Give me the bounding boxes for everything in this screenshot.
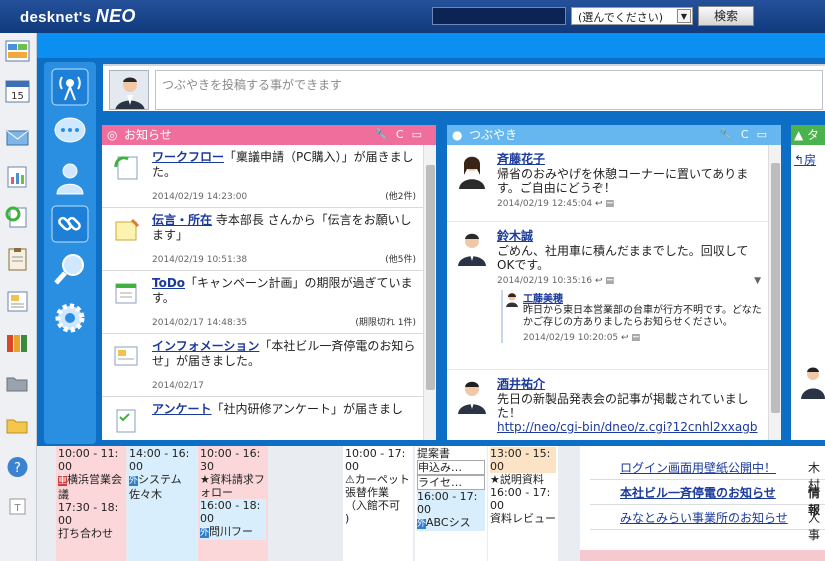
information-icon	[114, 346, 138, 366]
user-icon: ▲	[794, 128, 804, 142]
search-button[interactable]: 検索	[698, 6, 754, 26]
avatar	[801, 367, 825, 399]
survey-icon	[116, 409, 136, 433]
svg-text:?: ?	[14, 461, 21, 476]
svg-text:15: 15	[11, 91, 24, 102]
search-scope-select[interactable]: (選んでください) ▼	[571, 7, 693, 25]
print-icon[interactable]: ▤	[605, 199, 614, 209]
reply-icon: ↰	[794, 153, 805, 167]
memo-icon	[115, 218, 140, 241]
post-input[interactable]: つぶやきを投稿する事ができます	[155, 70, 823, 110]
todo-icon	[115, 283, 137, 304]
app-sidebar: 15 ? T	[0, 33, 37, 561]
list-item[interactable]: ToDo「キャンペーン計画」の期限が過ぎています。 2014/02/17 14:…	[102, 271, 436, 334]
calendar-cell[interactable]: 10:00 - 11: 00 重横浜営業会議 17:30 - 18: 00 打ち合わせ	[56, 446, 126, 561]
reply-icon[interactable]: ↩	[621, 333, 629, 343]
avatar	[459, 156, 485, 189]
list-item[interactable]: インフォメーション「本社ビル一斉停電のお知らせ」が届きました。 2014/02/…	[102, 334, 436, 397]
reply-icon[interactable]: ↩	[595, 199, 603, 209]
notice-link[interactable]: 伝言・所在	[152, 213, 212, 227]
notice-link[interactable]: アンケート	[152, 402, 212, 416]
news-item[interactable]: みなとみらい事業所のお知らせ 人事	[590, 506, 825, 542]
reply-icon[interactable]: ↩	[595, 276, 603, 286]
notice-link[interactable]: インフォメーション	[152, 339, 259, 353]
calendar-cell[interactable]: 13:00 - 15: 00 ★説明資料 16:00 - 17: 00 資料レビュー	[488, 446, 558, 561]
notice-link[interactable]: ワークフロー	[152, 150, 224, 164]
broadcast-icon[interactable]	[50, 67, 90, 107]
help-icon[interactable]: ?	[5, 455, 30, 479]
search-icon[interactable]	[50, 250, 90, 290]
list-item[interactable]: アンケート「社内研修アンケート」が届きまし	[102, 397, 436, 437]
tweet-header: ● つぶやき 🔧C▭	[447, 125, 781, 145]
top-bar: desknet's NEO (選んでください) ▼ 検索	[0, 0, 825, 33]
binder-icon[interactable]	[5, 331, 30, 355]
broadcast-icon: ◎	[107, 128, 118, 142]
list-item[interactable]: ワークフロー「稟議申請（PC購入）」が届きました。 2014/02/19 14:…	[102, 145, 436, 208]
print-icon[interactable]: ▤	[605, 276, 614, 286]
workflow-icon[interactable]	[5, 205, 30, 229]
search-input[interactable]	[432, 7, 566, 25]
maximize-icon[interactable]: ▭	[412, 128, 430, 141]
news-item[interactable]: ログイン画面用壁紙公開中！ 木村	[590, 456, 825, 492]
portal-icon[interactable]	[5, 39, 30, 63]
print-icon[interactable]: ▤	[631, 333, 640, 343]
text-size-icon[interactable]: T	[5, 495, 30, 519]
link-icon[interactable]	[50, 204, 90, 244]
report-icon[interactable]	[5, 165, 30, 189]
reply-item[interactable]: 工藤美穂 昨日から東日本営業部の台車が行方不明です。どなたかご存じの方ありました…	[501, 290, 765, 343]
mail-icon[interactable]	[5, 125, 30, 149]
folder-gray-icon[interactable]	[5, 371, 30, 395]
third-header: ▲ タ	[791, 125, 825, 145]
list-item[interactable]: 伝言・所在 寺本部長 さんから「伝言をお願いします」 2014/02/19 10…	[102, 208, 436, 271]
refresh-icon[interactable]: C	[741, 128, 757, 141]
tweet-link[interactable]: http://neo/cgi-bin/dneo/z.cgi?12cnhl2xxa…	[497, 420, 765, 434]
tweet-item[interactable]: 鈴木誠 ごめん、社用車に積んだままでした。回収してOKです。 2014/02/1…	[447, 221, 781, 369]
tweet-item[interactable]: 斉藤花子 帰省のおみやげを休憩コーナーに置いてあります。ご自由にどうぞ！ 201…	[447, 145, 781, 221]
tweet-panel: ● つぶやき 🔧C▭ 斉藤花子 帰省のおみやげを休憩コーナーに置いてあります。ご…	[447, 125, 781, 440]
notice-header: ◎ お知らせ 🔧C▭	[102, 125, 436, 145]
notice-panel: ◎ お知らせ 🔧C▭ ワークフロー「稟議申請（PC購入）」が届きました。 201…	[102, 125, 436, 440]
post-box: つぶやきを投稿する事ができます	[103, 64, 825, 111]
notice-link[interactable]: ToDo	[152, 276, 185, 290]
calendar-icon[interactable]: 15	[5, 79, 30, 103]
calendar-cell[interactable]: 14:00 - 16: 00 外システム佐々木	[127, 446, 197, 561]
chevron-down-icon[interactable]: ▼	[754, 276, 761, 286]
calendar-cell[interactable]: 提案書 申込み… ライセ… 16:00 - 17: 00 外ABCシス	[415, 446, 487, 561]
user-icon[interactable]	[50, 158, 90, 198]
folder-yellow-icon[interactable]	[5, 413, 30, 437]
avatar	[109, 70, 149, 110]
avatar	[458, 381, 486, 414]
launcher-bar	[44, 62, 96, 444]
avatar	[458, 233, 486, 266]
maximize-icon[interactable]: ▭	[757, 128, 775, 141]
wrench-icon[interactable]: 🔧	[374, 128, 396, 141]
wrench-icon[interactable]: 🔧	[719, 128, 741, 141]
chat-bubble-icon: ●	[452, 128, 463, 142]
gear-icon[interactable]	[50, 298, 90, 338]
scrollbar[interactable]	[423, 145, 436, 440]
clipboard-icon[interactable]	[5, 247, 30, 271]
chat-bubble-icon[interactable]	[50, 112, 90, 152]
scrollbar[interactable]	[768, 145, 781, 440]
avatar	[506, 293, 518, 307]
workflow-icon	[114, 156, 138, 180]
third-panel: ▲ タ ↰房	[791, 125, 825, 440]
news-item[interactable]: 本社ビル一斉停電のお知らせ 情報	[590, 481, 825, 517]
logo[interactable]: desknet's NEO	[20, 6, 136, 27]
calendar-cell[interactable]: 10:00 - 17: 00 ⚠カーペット張替作業 （入館不可)	[343, 446, 413, 561]
refresh-icon[interactable]: C	[396, 128, 412, 141]
svg-text:T: T	[13, 503, 21, 514]
news-list: ログイン画面用壁紙公開中！ 木村 本社ビル一斉停電のお知らせ 情報 みなとみらい事業…	[580, 446, 825, 561]
chevron-down-icon: ▼	[677, 9, 691, 23]
section-strip	[580, 550, 825, 561]
calendar-cell[interactable]: 10:00 - 16: 30 ★資料請求フォロー 16:00 - 18: 00 外問川フー	[198, 446, 268, 561]
tweet-item[interactable]: 酒井祐介 先日の新製品発表会の記事が掲載されていました！ http://neo/…	[447, 369, 781, 439]
document-icon[interactable]	[5, 289, 30, 313]
third-item[interactable]: ↰房	[791, 145, 825, 174]
